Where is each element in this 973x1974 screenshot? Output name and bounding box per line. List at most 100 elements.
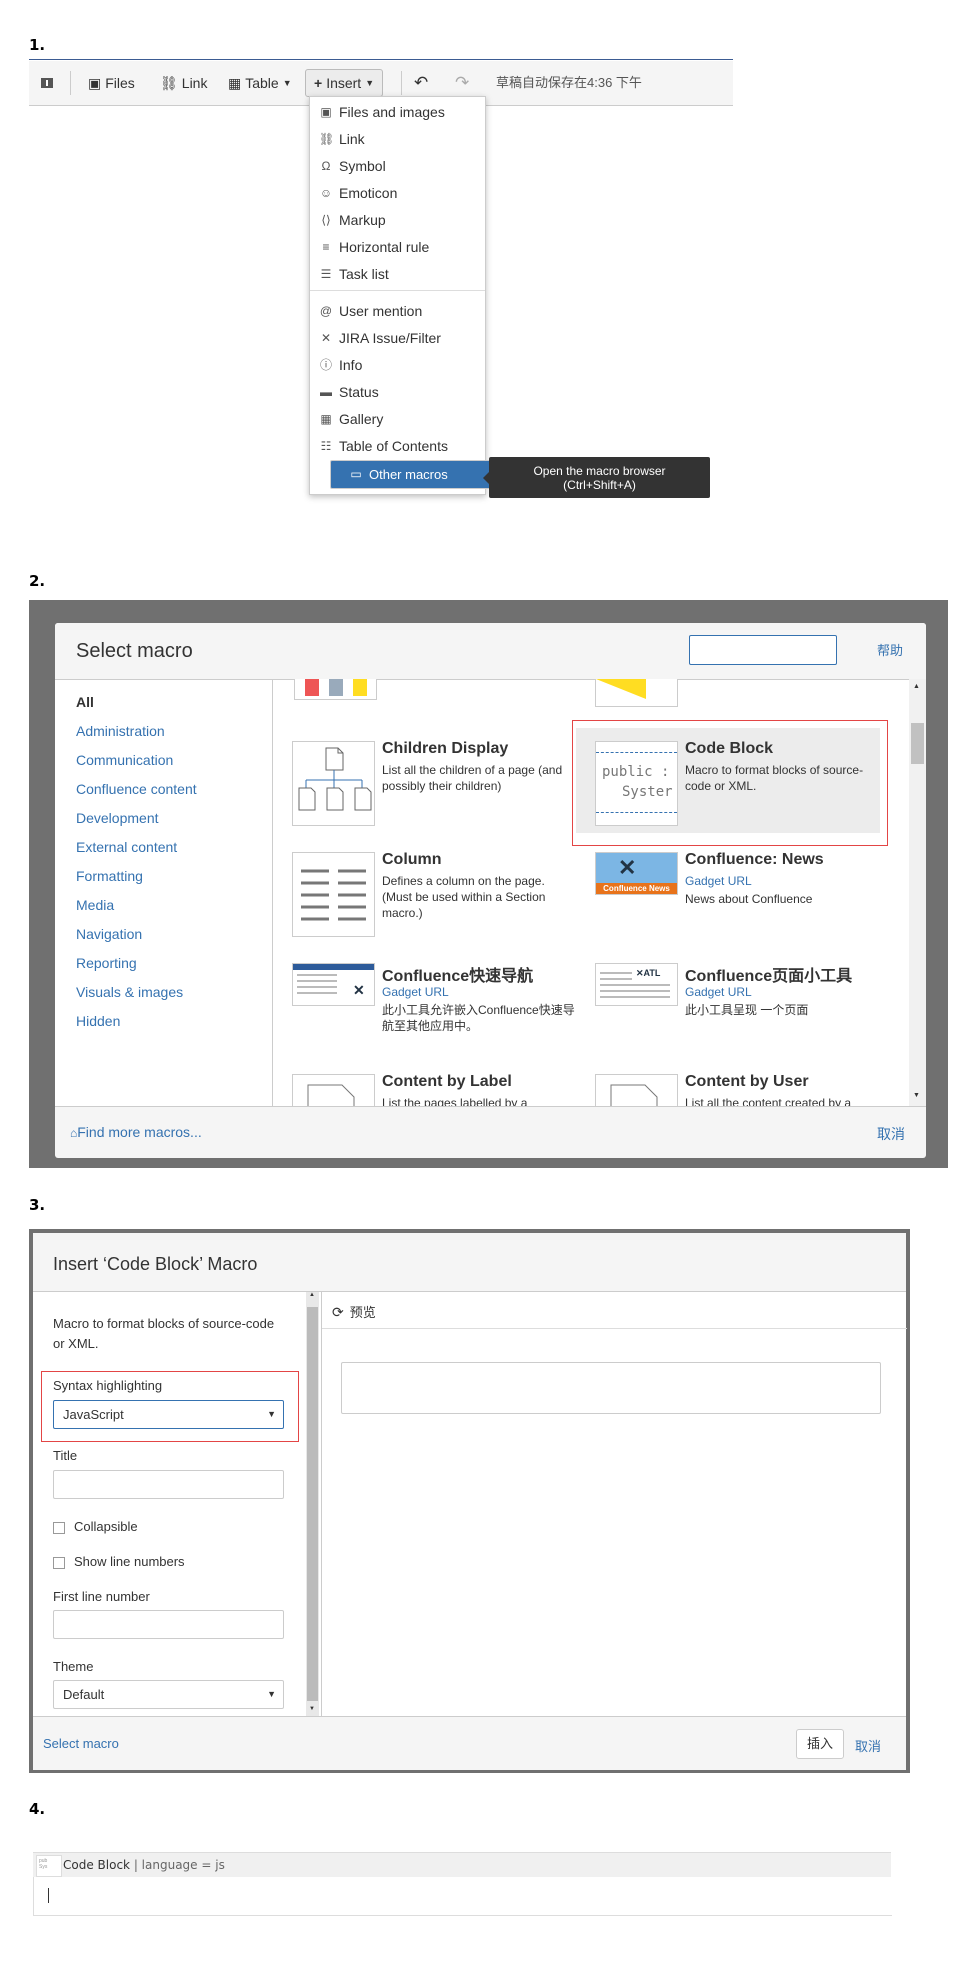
code-block-body[interactable] [33, 1877, 892, 1916]
menu-item-label: Table of Contents [339, 438, 448, 454]
select-macro-link[interactable]: Select macro [43, 1736, 119, 1751]
collapsible-checkbox[interactable] [53, 1522, 65, 1534]
other-macros-icon: ▭ [350, 467, 362, 481]
insert-code-block-dialog: Insert ‘Code Block’ Macro Macro to forma… [33, 1233, 907, 1770]
category-confluence-content[interactable]: Confluence content [76, 781, 197, 797]
files-label: Files [105, 75, 135, 91]
macro-card-quick-nav[interactable]: ✕ Confluence快速导航 Gadget URL 此小工具允许嵌入Conf… [273, 950, 583, 1055]
code-block-header-text: Code Block | language = js [63, 1858, 225, 1872]
macro-card-children-display[interactable]: Children Display List all the children o… [273, 728, 583, 833]
files-button[interactable]: ▣ Files [88, 71, 135, 95]
menu-item-jira-issue-filter[interactable]: ✕ JIRA Issue/Filter [310, 325, 485, 352]
table-label: Table [245, 75, 279, 91]
macro-search-input[interactable] [689, 635, 837, 665]
menu-item-table-of-contents[interactable]: ☷ Table of Contents [310, 433, 485, 460]
macro-description: Defines a column on the page. (Must be u… [382, 874, 546, 920]
category-list: All Administration Communication Confluence… [55, 679, 273, 1106]
macro-name: Column [382, 851, 442, 868]
first-line-number-input[interactable] [53, 1610, 284, 1639]
insert-label: Insert [326, 75, 362, 91]
menu-item-symbol[interactable]: Ω Symbol [310, 153, 485, 180]
category-hidden[interactable]: Hidden [76, 1013, 120, 1029]
macro-name: Confluence快速导航 [382, 968, 534, 985]
menu-item-files-and-images[interactable]: ▣ Files and images [310, 99, 485, 126]
undo-button[interactable]: ↶ [414, 71, 428, 95]
help-link[interactable]: 帮助 [877, 640, 903, 659]
toolbar-divider [401, 71, 402, 95]
category-external-content[interactable]: External content [76, 839, 177, 855]
cancel-link[interactable]: 取消 [877, 1124, 905, 1144]
scroll-down-icon[interactable]: ▼ [309, 1706, 315, 1712]
scroll-up-icon[interactable]: ▲ [913, 683, 920, 690]
menu-item-info[interactable]: ⓘ Info [310, 352, 485, 379]
table-button[interactable]: ▦ Table ▼ [228, 71, 292, 95]
scrollbar-thumb[interactable] [307, 1307, 318, 1701]
dialog-title: Insert ‘Code Block’ Macro [53, 1254, 258, 1274]
menu-item-link[interactable]: ⛓ Link [310, 126, 485, 153]
macro-card-column[interactable]: Column Defines a column on the page. (Mu… [273, 839, 583, 944]
gadget-url-link[interactable]: Gadget URL [685, 874, 752, 888]
syntax-value: JavaScript [63, 1407, 124, 1422]
category-development[interactable]: Development [76, 810, 159, 826]
toolbar-divider [70, 71, 71, 95]
category-administration[interactable]: Administration [76, 723, 165, 739]
category-communication[interactable]: Communication [76, 752, 173, 768]
macro-card-code-block[interactable]: public : Syster Code Block Macro to form… [576, 728, 880, 833]
editor-top-border [29, 59, 733, 60]
menu-item-markup[interactable]: ⟨⟩ Markup [310, 207, 485, 234]
macro-parameters-pane: Macro to format blocks of source-code or… [33, 1292, 306, 1716]
menu-item-status[interactable]: ▬ Status [310, 379, 485, 406]
dialog-title: Select macro [76, 640, 193, 662]
gadget-url-link[interactable]: Gadget URL [382, 985, 449, 999]
text-cursor [48, 1888, 49, 1903]
menu-item-label: Other macros [369, 467, 448, 482]
macro-card-confluence-news[interactable]: ✕ Confluence News Confluence: News Gadge… [576, 839, 886, 944]
gadget-url-link[interactable]: Gadget URL [685, 985, 752, 999]
markup-icon: ⟨⟩ [321, 213, 331, 227]
macro-description: List the pages labelled by a [382, 1096, 528, 1106]
dialog-footer: ⌂Find more macros... 取消 [55, 1106, 926, 1158]
macro-card-content-by-label[interactable]: Content by Label List the pages labelled… [273, 1061, 583, 1106]
status-icon: ▬ [320, 385, 332, 399]
category-formatting[interactable]: Formatting [76, 868, 143, 884]
scrollbar-thumb[interactable] [911, 723, 924, 764]
menu-item-user-mention[interactable]: @ User mention [310, 298, 485, 325]
category-media[interactable]: Media [76, 897, 114, 913]
step-1-label: 1. [29, 36, 46, 54]
page-gadget-thumbnail: ✕ATL [595, 963, 678, 1006]
category-navigation[interactable]: Navigation [76, 926, 142, 942]
syntax-highlighting-select[interactable]: JavaScript ▼ [53, 1400, 284, 1429]
preview-button[interactable]: ⟳ 预览 [332, 1302, 376, 1321]
macro-card-content-by-user[interactable]: Content by User List all the content cre… [576, 1061, 886, 1106]
scroll-up-icon[interactable]: ▲ [309, 1292, 315, 1298]
menu-item-label: Emoticon [339, 185, 398, 201]
insert-button[interactable]: 插入 [796, 1729, 844, 1759]
link-button[interactable]: ⛓ Link [160, 71, 207, 95]
macro-description: Macro to format blocks of source-code or… [53, 1316, 275, 1351]
menu-item-label: Files and images [339, 104, 445, 120]
macro-card-page-gadget[interactable]: ✕ATL Confluence页面小工具 Gadget URL 此小工具呈现 一… [576, 950, 886, 1055]
menu-item-label: Horizontal rule [339, 239, 430, 255]
gallery-icon: ▦ [320, 412, 332, 426]
title-input[interactable] [53, 1470, 284, 1499]
menu-item-label: Symbol [339, 158, 386, 174]
layout-button[interactable] [41, 71, 53, 95]
redo-button[interactable]: ↷ [455, 71, 469, 95]
category-reporting[interactable]: Reporting [76, 955, 137, 971]
menu-item-task-list[interactable]: ☰ Task list [310, 261, 485, 288]
menu-item-horizontal-rule[interactable]: ≡ Horizontal rule [310, 234, 485, 261]
category-all[interactable]: All [76, 694, 94, 710]
cancel-link[interactable]: 取消 [855, 1736, 881, 1755]
find-more-macros-link[interactable]: ⌂Find more macros... [70, 1124, 202, 1140]
macro-grid-scrollbar[interactable]: ▲ ▼ [909, 679, 926, 1106]
theme-select[interactable]: Default ▼ [53, 1680, 284, 1709]
menu-item-gallery[interactable]: ▦ Gallery [310, 406, 485, 433]
show-line-numbers-checkbox[interactable] [53, 1557, 65, 1569]
confluence-logo-icon: ✕ [618, 855, 637, 880]
scroll-down-icon[interactable]: ▼ [913, 1092, 920, 1099]
category-visuals-images[interactable]: Visuals & images [76, 984, 183, 1000]
menu-item-emoticon[interactable]: ☺ Emoticon [310, 180, 485, 207]
code-block-placeholder-header[interactable]: pub Sys Code Block | language = js [33, 1852, 891, 1879]
insert-button[interactable]: + Insert ▼ [305, 69, 384, 97]
code-block-thumbnail: public : Syster [595, 741, 678, 826]
